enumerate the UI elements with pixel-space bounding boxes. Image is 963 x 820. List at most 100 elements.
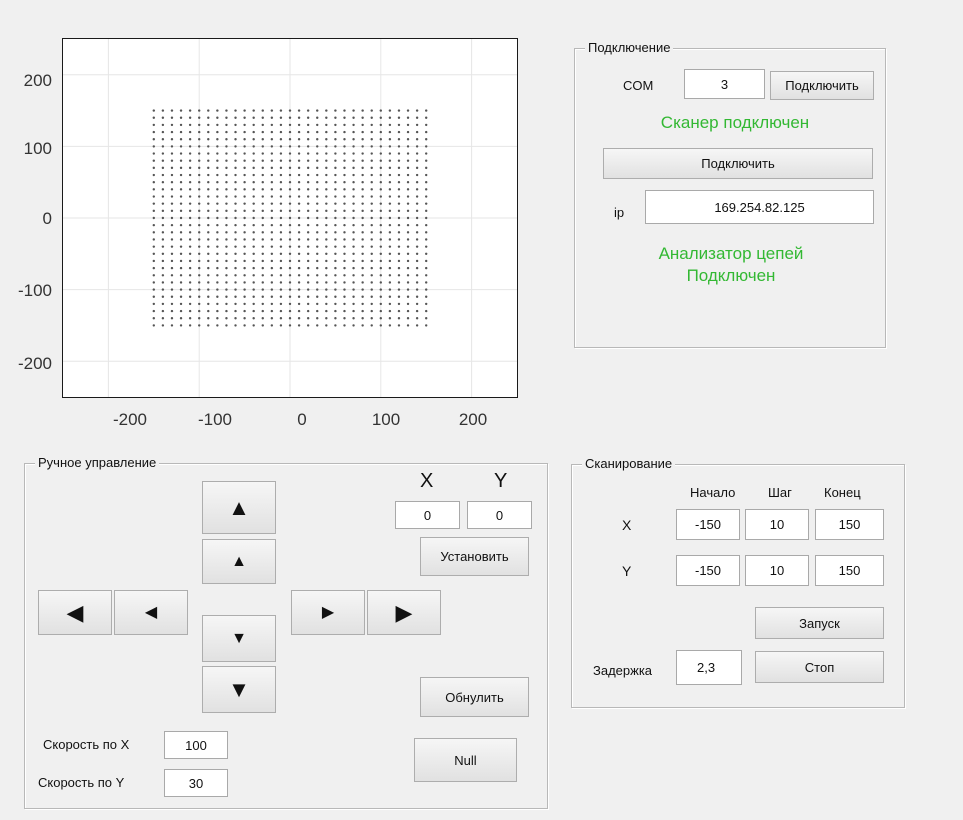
scan-point bbox=[370, 173, 373, 177]
connect-com-button[interactable]: Подключить bbox=[770, 71, 874, 100]
move-right-fast-button[interactable]: ▶ bbox=[367, 590, 441, 635]
scan-point bbox=[270, 288, 274, 291]
scan-point bbox=[279, 145, 283, 148]
scan-point bbox=[352, 302, 355, 306]
scan-point bbox=[188, 245, 192, 248]
position-y-input[interactable]: 0 bbox=[467, 501, 532, 529]
scan-point bbox=[316, 173, 319, 177]
scan-point bbox=[406, 166, 410, 170]
scan-point bbox=[179, 195, 183, 198]
scan-point bbox=[388, 138, 392, 141]
move-up-fast-button[interactable]: ▲ bbox=[202, 481, 276, 534]
scan-point bbox=[252, 274, 255, 277]
scan-point bbox=[415, 138, 419, 141]
scan-point bbox=[243, 295, 246, 298]
scan-point bbox=[334, 166, 337, 170]
arrow-down-icon: ▼ bbox=[231, 629, 247, 647]
scan-point bbox=[234, 216, 237, 220]
scan-point bbox=[279, 216, 283, 220]
move-down-button[interactable]: ▼ bbox=[202, 615, 276, 662]
position-x-input[interactable]: 0 bbox=[395, 501, 460, 529]
scan-point bbox=[261, 252, 264, 255]
speed-x-input[interactable]: 100 bbox=[164, 731, 228, 759]
scan-point bbox=[334, 188, 337, 191]
ip-input[interactable]: 169.254.82.125 bbox=[645, 190, 874, 224]
scan-point bbox=[334, 209, 337, 213]
scan-point bbox=[216, 116, 219, 119]
scan-point bbox=[152, 274, 155, 277]
scan-point bbox=[161, 173, 165, 177]
scan-point bbox=[179, 245, 183, 248]
scan-point bbox=[415, 252, 419, 255]
connect-analyzer-button[interactable]: Подключить bbox=[603, 148, 873, 179]
scan-point bbox=[243, 223, 246, 227]
scan-point bbox=[225, 166, 228, 170]
scan-point bbox=[288, 302, 292, 306]
scan-point bbox=[270, 173, 274, 177]
scan-point bbox=[252, 130, 255, 134]
scan-point bbox=[379, 166, 382, 170]
scan-point bbox=[152, 231, 155, 234]
scan-point bbox=[261, 259, 264, 263]
delay-input[interactable]: 2,3 bbox=[676, 650, 742, 685]
scan-point bbox=[170, 288, 174, 291]
move-down-fast-button[interactable]: ▼ bbox=[202, 666, 276, 713]
scan-point bbox=[188, 238, 192, 241]
scan-point bbox=[225, 195, 228, 198]
move-left-button[interactable]: ◀ bbox=[114, 590, 188, 635]
scan-point bbox=[279, 123, 283, 127]
scan-point bbox=[388, 245, 392, 248]
set-position-button[interactable]: Установить bbox=[420, 537, 529, 576]
scan-point bbox=[170, 302, 174, 306]
scan-point bbox=[361, 252, 364, 255]
scan-point bbox=[306, 130, 310, 134]
scan-point bbox=[198, 188, 201, 191]
scan-point bbox=[179, 309, 183, 313]
scan-point bbox=[243, 281, 246, 284]
scan-point bbox=[425, 238, 428, 241]
scan-point bbox=[397, 188, 401, 191]
com-port-input[interactable]: 3 bbox=[684, 69, 765, 99]
scan-point bbox=[225, 145, 228, 148]
run-scan-button[interactable]: Запуск bbox=[755, 607, 884, 639]
scan-point bbox=[216, 317, 219, 320]
scan-point bbox=[188, 109, 192, 112]
scan-y-step-input[interactable]: 10 bbox=[745, 555, 809, 586]
x-header: X bbox=[420, 470, 434, 492]
scan-point bbox=[379, 259, 382, 263]
scan-y-start-input[interactable]: -150 bbox=[676, 555, 740, 586]
scan-point bbox=[425, 166, 428, 170]
scan-x-end-input[interactable]: 150 bbox=[815, 509, 884, 540]
scan-point bbox=[343, 317, 346, 320]
speed-y-input[interactable]: 30 bbox=[164, 769, 228, 797]
scan-point bbox=[388, 238, 392, 241]
scan-point bbox=[225, 173, 228, 177]
scan-x-step-input[interactable]: 10 bbox=[745, 509, 809, 540]
scan-point bbox=[198, 202, 201, 205]
scan-step-header: Шаг bbox=[768, 485, 792, 500]
scan-point bbox=[325, 302, 328, 306]
move-right-button[interactable]: ▶ bbox=[291, 590, 365, 635]
scan-point bbox=[161, 288, 165, 291]
scan-point bbox=[370, 130, 373, 134]
scan-point bbox=[361, 245, 364, 248]
scan-point bbox=[243, 116, 246, 119]
move-left-fast-button[interactable]: ◀ bbox=[38, 590, 112, 635]
scan-point bbox=[388, 188, 392, 191]
scan-point bbox=[207, 159, 210, 162]
scan-point bbox=[361, 188, 364, 191]
scan-y-end-input[interactable]: 150 bbox=[815, 555, 884, 586]
scan-x-start-input[interactable]: -150 bbox=[676, 509, 740, 540]
null-button[interactable]: Null bbox=[414, 738, 517, 782]
stop-scan-button[interactable]: Стоп bbox=[755, 651, 884, 683]
scan-point bbox=[352, 274, 355, 277]
scan-point bbox=[243, 231, 246, 234]
scan-point bbox=[170, 231, 174, 234]
move-up-button[interactable]: ▲ bbox=[202, 539, 276, 584]
scan-point bbox=[243, 152, 246, 155]
scan-point bbox=[288, 281, 292, 284]
scan-point bbox=[270, 145, 274, 148]
scan-point bbox=[188, 138, 192, 141]
reset-button[interactable]: Обнулить bbox=[420, 677, 529, 717]
scan-point bbox=[198, 317, 201, 320]
